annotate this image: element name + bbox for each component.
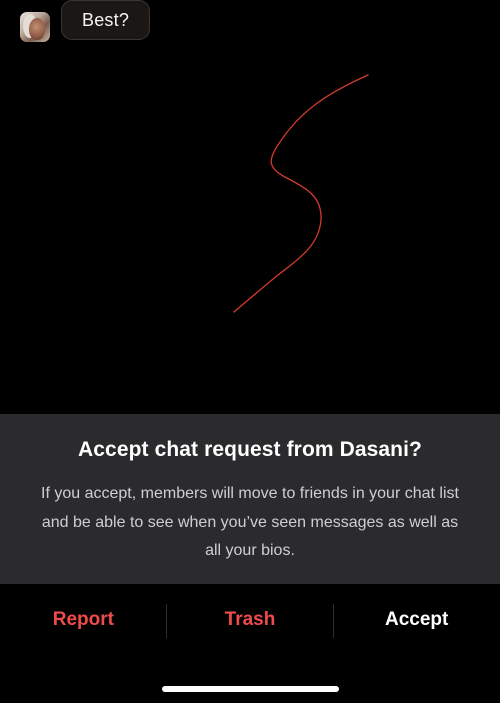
action-divider: [333, 604, 334, 638]
request-actions: Report Trash Accept: [0, 584, 500, 656]
doodle-stroke: [233, 74, 369, 313]
doodle-canvas: [233, 74, 369, 313]
request-title: Accept chat request from Dasani?: [78, 438, 422, 461]
action-divider: [166, 604, 167, 638]
request-description: If you accept, members will move to frie…: [41, 485, 459, 559]
home-indicator[interactable]: [162, 686, 339, 692]
report-button[interactable]: Report: [0, 584, 167, 656]
trash-button[interactable]: Trash: [167, 584, 334, 656]
accept-button[interactable]: Accept: [333, 584, 500, 656]
chat-request-sheet: Accept chat request from Dasani? If you …: [0, 414, 500, 584]
